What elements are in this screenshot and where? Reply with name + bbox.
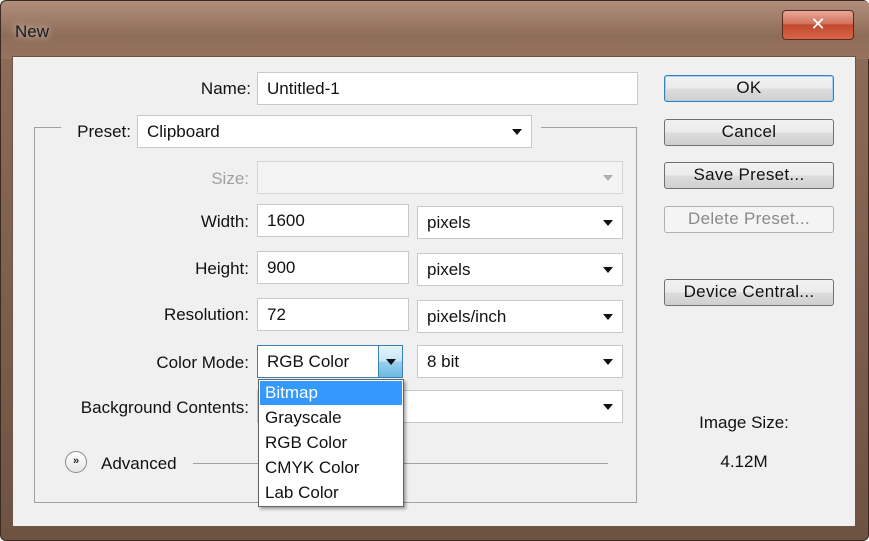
double-chevron-down-icon[interactable]: »: [65, 451, 87, 473]
resolution-label: Resolution:: [163, 305, 249, 324]
menu-item-rgb-color[interactable]: RGB Color: [260, 431, 402, 455]
title-bar[interactable]: New ✕: [1, 1, 869, 59]
color-mode-value: RGB Color: [267, 352, 350, 371]
window-title: New: [15, 22, 50, 41]
width-unit-value: pixels: [427, 213, 471, 232]
menu-item-lab-color[interactable]: Lab Color: [260, 481, 402, 505]
bit-depth-select[interactable]: 8 bit: [417, 345, 623, 378]
preset-value: Clipboard: [147, 122, 220, 141]
background-contents-label: Background Contents:: [80, 398, 249, 417]
height-unit-select[interactable]: pixels: [417, 253, 623, 286]
chevron-down-icon: [603, 404, 613, 410]
height-input[interactable]: 900: [257, 251, 409, 284]
save-preset-button[interactable]: Save Preset...: [664, 162, 834, 189]
height-label: Height:: [195, 259, 249, 278]
chevron-down-icon: [603, 220, 613, 226]
image-size-value: 4.12M: [720, 452, 768, 471]
color-mode-menu: Bitmap Grayscale RGB Color CMYK Color La…: [258, 379, 404, 507]
width-unit-select[interactable]: pixels: [417, 206, 623, 239]
bit-depth-value: 8 bit: [427, 352, 460, 371]
resolution-unit-value: pixels/inch: [427, 307, 507, 326]
chevron-down-icon: [603, 267, 613, 273]
width-input[interactable]: 1600: [257, 204, 409, 237]
resolution-unit-select[interactable]: pixels/inch: [417, 300, 623, 333]
device-central-button[interactable]: Device Central...: [664, 279, 834, 306]
name-value: Untitled-1: [267, 79, 340, 98]
color-mode-dropdown-button[interactable]: [378, 346, 402, 377]
preset-label: Preset:: [77, 122, 131, 141]
advanced-label[interactable]: Advanced: [101, 454, 185, 474]
menu-item-grayscale[interactable]: Grayscale: [260, 406, 402, 430]
width-label: Width:: [200, 212, 249, 231]
chevron-down-icon: [512, 129, 522, 135]
image-size-label: Image Size:: [699, 413, 789, 432]
close-icon: ✕: [810, 14, 826, 34]
width-value: 1600: [267, 211, 305, 230]
cancel-button[interactable]: Cancel: [664, 119, 834, 146]
height-value: 900: [267, 258, 296, 277]
menu-item-cmyk-color[interactable]: CMYK Color: [260, 456, 402, 480]
chevron-down-icon: [603, 359, 613, 365]
name-label: Name:: [200, 79, 251, 98]
chevron-down-icon: [603, 314, 613, 320]
chevron-down-icon: [603, 175, 613, 181]
resolution-input[interactable]: 72: [257, 298, 409, 331]
new-document-dialog: New ✕ Name: Untitled-1 Preset: Clipboard…: [0, 0, 869, 541]
resolution-value: 72: [267, 305, 286, 324]
close-button[interactable]: ✕: [782, 10, 854, 40]
chevron-down-icon: [386, 359, 396, 365]
name-input[interactable]: Untitled-1: [257, 72, 638, 105]
height-unit-value: pixels: [427, 260, 471, 279]
color-mode-select[interactable]: RGB Color: [257, 345, 403, 378]
delete-preset-button[interactable]: Delete Preset...: [664, 206, 834, 233]
ok-button[interactable]: OK: [664, 75, 834, 102]
color-mode-label: Color Mode:: [156, 353, 249, 372]
menu-item-bitmap[interactable]: Bitmap: [260, 381, 402, 405]
preset-select[interactable]: Clipboard: [137, 115, 532, 148]
size-select[interactable]: [257, 161, 623, 194]
size-label: Size:: [211, 169, 249, 188]
